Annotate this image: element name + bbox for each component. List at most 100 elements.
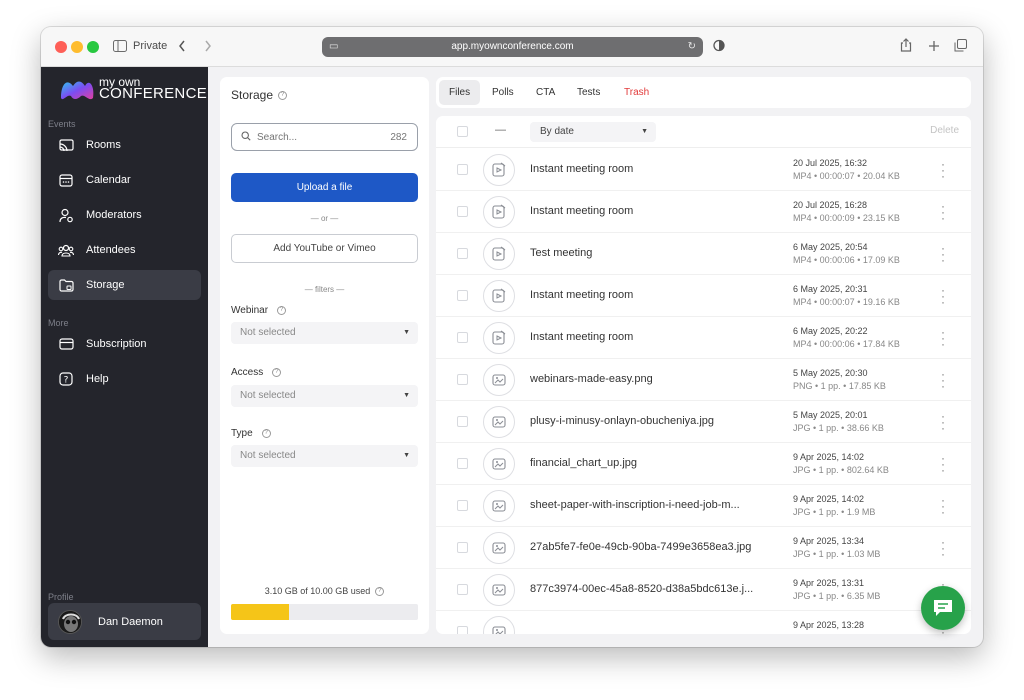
file-name[interactable]: 877c3974-00ec-45a8-8520-d38a5bdc613e.j..… [530,583,780,595]
type-select[interactable]: Not selected ▼ [231,445,418,467]
row-checkbox[interactable] [457,332,468,343]
sidebar-toggle-icon[interactable] [113,38,127,56]
sidebar-item-storage[interactable]: Storage [48,270,201,300]
search-input[interactable] [257,131,382,143]
sidebar-item-rooms[interactable]: Rooms [48,130,201,160]
profile-button[interactable]: Dan Daemon [48,603,201,640]
file-name[interactable]: Instant meeting room [530,205,780,217]
chat-support-button[interactable] [921,586,965,630]
reload-icon[interactable]: ↻ [688,37,696,57]
table-row[interactable]: 877c3974-00ec-45a8-8520-d38a5bdc613e.j..… [436,569,971,611]
help-tooltip-icon[interactable]: ? [261,428,271,438]
sidebar-item-subscription[interactable]: Subscription [48,329,201,359]
browser-toolbar: Private ▭ app.myownconference.com ↻ [41,27,983,67]
file-name[interactable]: Instant meeting room [530,331,780,343]
tab-trash[interactable]: Trash [614,80,659,105]
row-checkbox[interactable] [457,374,468,385]
file-date: 5 May 2025, 20:30 [793,368,868,378]
new-tab-icon[interactable] [928,38,940,56]
help-tooltip-icon[interactable]: ? [277,305,287,315]
table-row[interactable]: plusy-i-minusy-onlayn-obucheniya.jpg 5 Ma… [436,401,971,443]
access-select[interactable]: Not selected ▼ [231,385,418,407]
more-options-icon[interactable]: ··· [939,410,947,434]
sidebar-item-attendees[interactable]: Attendees [48,235,201,265]
back-icon[interactable] [178,38,186,56]
row-checkbox[interactable] [457,584,468,595]
sort-select[interactable]: By date ▼ [530,122,656,142]
tab-tests[interactable]: Tests [567,80,610,105]
zoom-window-button[interactable] [87,41,99,53]
table-row[interactable]: financial_chart_up.jpg 9 Apr 2025, 14:02 J… [436,443,971,485]
row-checkbox[interactable] [457,248,468,259]
table-row[interactable]: Test meeting 6 May 2025, 20:54 MP4 • 00:00… [436,233,971,275]
sidebar-item-calendar[interactable]: Calendar [48,165,201,195]
help-tooltip-icon[interactable]: ? [278,91,288,101]
file-name[interactable]: webinars-made-easy.png [530,373,780,385]
help-tooltip-icon[interactable]: ? [375,587,385,597]
row-checkbox[interactable] [457,458,468,469]
tab-polls[interactable]: Polls [482,80,524,105]
table-row[interactable]: Instant meeting room 20 Jul 2025, 16:28 MP… [436,191,971,233]
file-name[interactable]: sheet-paper-with-inscription-i-need-job-… [530,499,780,511]
more-options-icon[interactable]: ··· [939,326,947,350]
share-icon[interactable] [900,38,912,56]
more-options-icon[interactable]: ··· [939,536,947,560]
more-options-icon[interactable]: ··· [939,284,947,308]
shield-icon[interactable] [713,38,725,56]
caret-down-icon: ▼ [641,128,648,135]
row-checkbox[interactable] [457,290,468,301]
table-row[interactable]: 27ab5fe7-fe0e-49cb-90ba-7499e3658ea3.jpg… [436,527,971,569]
row-checkbox[interactable] [457,416,468,427]
row-checkbox[interactable] [457,626,468,634]
file-name[interactable]: plusy-i-minusy-onlayn-obucheniya.jpg [530,415,780,427]
usage-text: 3.10 GB of 10.00 GB used [264,586,371,596]
more-options-icon[interactable]: ··· [939,452,947,476]
upload-file-button[interactable]: Upload a file [231,173,418,202]
row-checkbox[interactable] [457,164,468,175]
logo[interactable]: my own CONFERENCE [59,76,209,106]
select-all-checkbox[interactable] [457,126,468,137]
deselect-button[interactable]: — [495,124,506,136]
file-name[interactable]: Instant meeting room [530,163,780,175]
calendar-icon [58,172,74,188]
sidebar-item-moderators[interactable]: Moderators [48,200,201,230]
file-meta: MP4 • 00:00:09 • 23.15 KB [793,213,900,223]
tab-files[interactable]: Files [439,80,481,105]
file-meta: MP4 • 00:00:07 • 19.16 KB [793,297,900,307]
table-row[interactable]: Instant meeting room 6 May 2025, 20:22 MP4… [436,317,971,359]
more-options-icon[interactable]: ··· [939,494,947,518]
search-field[interactable]: 282 [231,123,418,151]
row-checkbox[interactable] [457,542,468,553]
more-options-icon[interactable]: ··· [939,368,947,392]
row-checkbox[interactable] [457,206,468,217]
file-name[interactable]: Test meeting [530,247,780,259]
table-row[interactable]: Instant meeting room 20 Jul 2025, 16:32 MP… [436,149,971,191]
row-checkbox[interactable] [457,500,468,511]
forward-icon[interactable] [204,38,212,56]
add-youtube-vimeo-button[interactable]: Add YouTube or Vimeo [231,234,418,263]
sidebar-item-help[interactable]: ? Help [48,364,201,394]
file-meta: JPG • 1 pp. • 802.64 KB [793,465,889,475]
file-name[interactable]: 27ab5fe7-fe0e-49cb-90ba-7499e3658ea3.jpg [530,541,780,553]
minimize-window-button[interactable] [71,41,83,53]
storage-usage-bar [231,604,418,620]
table-row[interactable]: webinars-made-easy.png 5 May 2025, 20:30 P… [436,359,971,401]
more-options-icon[interactable]: ··· [939,158,947,182]
webinar-select[interactable]: Not selected ▼ [231,322,418,344]
table-row[interactable]: 9 Apr 2025, 13:28··· [436,611,971,634]
file-meta: PNG • 1 pp. • 17.85 KB [793,381,886,391]
file-name[interactable]: Instant meeting room [530,289,780,301]
close-window-button[interactable] [55,41,67,53]
help-tooltip-icon[interactable]: ? [272,367,282,377]
table-row[interactable]: Instant meeting room 6 May 2025, 20:31 MP4… [436,275,971,317]
file-name[interactable]: financial_chart_up.jpg [530,457,780,469]
tab-cta[interactable]: CTA [526,80,565,105]
more-options-icon[interactable]: ··· [939,242,947,266]
delete-button[interactable]: Delete [930,125,959,136]
page-icon: ▭ [329,41,339,52]
table-row[interactable]: sheet-paper-with-inscription-i-need-job-… [436,485,971,527]
tabs-overview-icon[interactable] [954,38,967,56]
image-file-icon [483,532,515,564]
more-options-icon[interactable]: ··· [939,200,947,224]
address-bar[interactable]: ▭ app.myownconference.com ↻ [322,37,703,57]
